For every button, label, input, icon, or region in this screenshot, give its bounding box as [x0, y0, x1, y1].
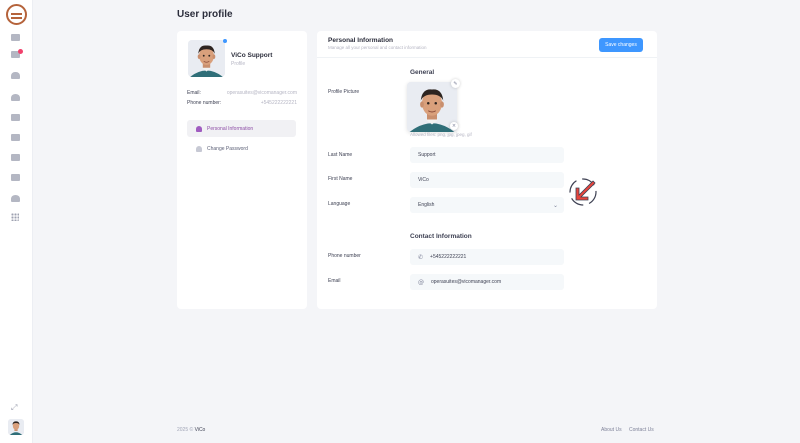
last-name-label: Last Name — [328, 152, 353, 158]
phone-info-row: Phone number: +545222222221 — [187, 100, 297, 106]
footer-copyright: 2025 © ViCo — [177, 427, 205, 433]
inbox-icon[interactable] — [11, 114, 20, 121]
document-icon[interactable] — [11, 134, 20, 141]
menu-personal-information-label: Personal Information — [207, 125, 254, 132]
email-info-row: Email: operasuites@vicomanager.com — [187, 90, 297, 96]
last-name-value: Support — [418, 152, 436, 158]
tools-icon[interactable] — [11, 195, 20, 202]
card-title: Personal Information — [328, 37, 394, 44]
menu-change-password[interactable]: Change Password — [187, 140, 296, 157]
chevron-down-icon: ⌄ — [552, 201, 558, 209]
card-header: Personal Information Manage all your per… — [317, 31, 657, 58]
phone-number-value: +545222222221 — [430, 254, 467, 260]
footer-brand[interactable]: ViCo — [195, 427, 206, 433]
email-label: Email — [328, 278, 341, 284]
bell-icon[interactable] — [11, 72, 20, 79]
language-value: English — [418, 202, 435, 208]
expand-icon[interactable]: ⤢ — [11, 403, 17, 413]
menu-personal-information[interactable]: Personal Information — [187, 120, 296, 137]
copyright-text: 2025 © — [177, 427, 194, 433]
save-changes-button[interactable]: Save changes — [599, 38, 643, 52]
profile-name: ViCo Support — [231, 52, 273, 59]
notification-badge — [18, 49, 23, 54]
sidebar-avatar[interactable] — [8, 419, 24, 435]
language-label: Language — [328, 201, 351, 207]
first-name-input[interactable]: ViCo — [410, 172, 564, 188]
user-icon — [196, 125, 202, 132]
logo[interactable] — [6, 4, 27, 25]
email-info-value: operasuites@vicomanager.com — [226, 90, 297, 96]
picture-hint: Allowed files: png, jpg, jpeg, gif — [410, 132, 472, 137]
general-section-title: General — [410, 69, 435, 76]
page-title: User profile — [177, 9, 233, 20]
email-info-label: Email: — [187, 90, 201, 96]
annotation-arrow-icon — [566, 175, 600, 209]
phone-number-input[interactable]: ✆ +545222222221 — [410, 249, 564, 265]
card-subtitle: Manage all your personal and contact inf… — [328, 45, 427, 50]
menu-change-password-label: Change Password — [207, 145, 248, 152]
contact-section-title: Contact Information — [410, 233, 472, 240]
last-name-input[interactable]: Support — [410, 147, 564, 163]
profile-picture-label: Profile Picture — [328, 89, 360, 95]
first-name-label: First Name — [328, 176, 353, 182]
phone-info-label: Phone number: — [187, 100, 222, 106]
online-status-dot — [223, 39, 227, 43]
profile-summary-card: ViCo Support Profile Email: operasuites@… — [177, 31, 307, 309]
profile-role: Profile — [231, 61, 246, 67]
language-select[interactable]: English ⌄ — [410, 197, 564, 213]
edit-picture-pencil-icon[interactable]: ✎ — [451, 79, 460, 88]
first-name-value: ViCo — [418, 177, 429, 183]
email-input[interactable]: @ operasuites@vicomanager.com — [410, 274, 564, 290]
home-icon[interactable] — [11, 34, 20, 41]
settings-icon[interactable] — [11, 174, 20, 181]
phone-info-value: +545222222221 — [260, 100, 297, 106]
phone-icon: ✆ — [418, 253, 424, 261]
lock-icon — [196, 145, 202, 152]
about-us-link[interactable]: About Us — [601, 427, 622, 433]
at-sign-icon: @ — [418, 278, 424, 286]
email-value: operasuites@vicomanager.com — [431, 279, 502, 285]
users-icon[interactable] — [11, 94, 20, 101]
apps-grid-icon[interactable] — [11, 213, 19, 221]
remove-picture-close-icon[interactable]: × — [450, 122, 458, 130]
contact-us-link[interactable]: Contact Us — [629, 427, 654, 433]
sidebar: ⤢ — [0, 0, 33, 443]
report-icon[interactable] — [11, 154, 20, 161]
phone-number-label: Phone number — [328, 253, 361, 259]
personal-info-card: Personal Information Manage all your per… — [317, 31, 657, 309]
profile-avatar — [188, 40, 225, 77]
